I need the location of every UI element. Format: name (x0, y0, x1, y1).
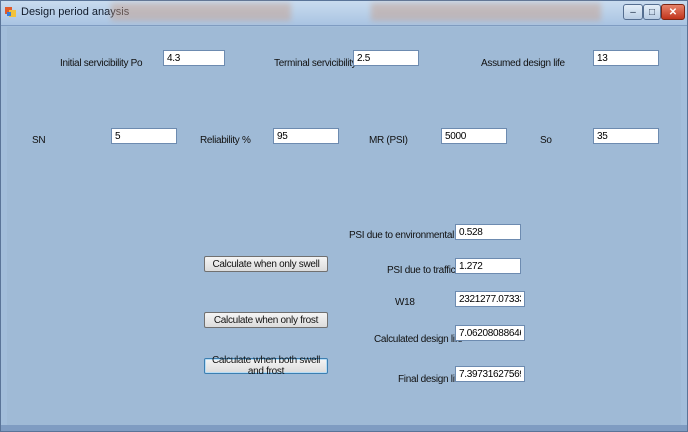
so-input[interactable] (593, 128, 659, 144)
window-bottom-border (1, 425, 687, 431)
minimize-button[interactable]: – (623, 4, 643, 20)
psi-traffic-label: PSI due to traffic (387, 265, 456, 276)
terminal-serviceability-input[interactable] (353, 50, 419, 66)
initial-serviceability-input[interactable] (163, 50, 225, 66)
calculate-only-swell-button[interactable]: Calculate when only swell (204, 256, 328, 272)
minimize-icon: – (630, 6, 636, 18)
app-icon (5, 7, 16, 17)
mr-psi-input[interactable] (441, 128, 507, 144)
title-bar[interactable]: Design period anaysis – □ ✕ (1, 1, 687, 26)
calculated-design-life-output[interactable] (455, 325, 525, 341)
reliability-label: Reliability % (200, 135, 251, 146)
w18-label: W18 (395, 297, 415, 308)
assumed-design-life-label: Assumed design life (481, 58, 565, 69)
sn-input[interactable] (111, 128, 177, 144)
calculate-swell-and-frost-button[interactable]: Calculate when both swell and frost (204, 355, 328, 377)
initial-serviceability-label: Initial servicibility Po (60, 58, 143, 69)
calculate-only-frost-button[interactable]: Calculate when only frost (204, 312, 328, 328)
close-icon: ✕ (668, 6, 678, 18)
final-design-life-label: Final design life (398, 374, 463, 385)
calculated-design-life-label: Calculated design life (374, 334, 463, 345)
form-client-area: Initial servicibility Po Terminal servic… (7, 27, 681, 425)
app-window: Design period anaysis – □ ✕ Initial serv… (0, 0, 688, 432)
close-button[interactable]: ✕ (661, 4, 685, 20)
mr-psi-label: MR (PSI) (369, 135, 408, 146)
psi-environmental-output[interactable] (455, 224, 521, 240)
sn-label: SN (32, 135, 46, 146)
maximize-icon: □ (648, 6, 656, 18)
w18-output[interactable] (455, 291, 525, 307)
reliability-input[interactable] (273, 128, 339, 144)
so-label: So (540, 135, 552, 146)
final-design-life-output[interactable] (455, 366, 525, 382)
maximize-button[interactable]: □ (643, 4, 661, 20)
psi-traffic-output[interactable] (455, 258, 521, 274)
blurred-background-strip (111, 3, 291, 21)
blurred-background-strip-right (371, 3, 601, 21)
assumed-design-life-input[interactable] (593, 50, 659, 66)
